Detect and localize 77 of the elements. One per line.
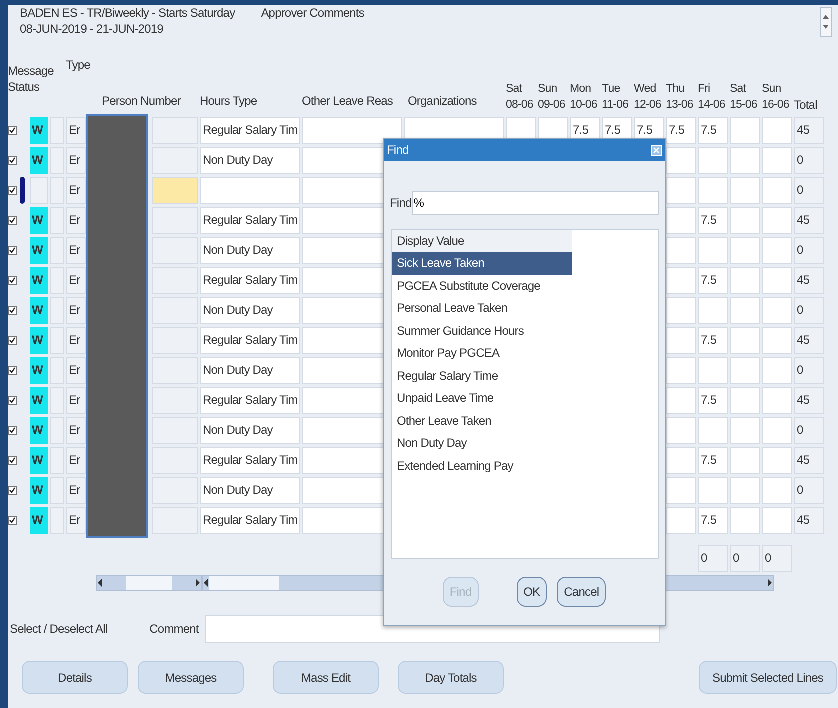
date-header: 12-06 (634, 98, 662, 113)
total-cell: 45 (794, 326, 824, 354)
period-label: 08-JUN-2019 - 21-JUN-2019 (20, 21, 164, 37)
column-header: Total (794, 97, 818, 113)
type-cell: Er (66, 326, 86, 354)
status-cell: W (30, 476, 48, 504)
date-header: 08-06 (506, 98, 534, 113)
find-label: Find (390, 195, 412, 211)
timecard-title: BADEN ES - TR/Biweekly - Starts Saturday (20, 5, 236, 21)
column-header: Message (8, 63, 54, 79)
type-cell: Er (66, 386, 86, 414)
day-header: Wed (634, 82, 656, 97)
column-header: Organizations (408, 93, 478, 109)
status-cell: W (30, 206, 48, 234)
status-cell: W (30, 416, 48, 444)
date-header: 11-06 (602, 98, 629, 113)
type-cell: Er (66, 476, 86, 504)
approver-comments-label: Approver Comments (261, 5, 364, 21)
status-cell: W (30, 386, 48, 414)
type-cell: Er (66, 146, 86, 174)
day-header: Mon (570, 82, 592, 97)
total-cell: 45 (794, 506, 824, 534)
total-cell: 45 (794, 266, 824, 294)
status-cell: W (30, 296, 48, 324)
status-cell: W (30, 446, 48, 474)
date-header: 10-06 (570, 98, 598, 113)
status-cell: W (30, 146, 48, 174)
type-cell: Er (66, 206, 86, 234)
total-cell: 0 (794, 356, 824, 384)
type-cell: Er (66, 446, 86, 474)
total-cell: 45 (794, 116, 824, 144)
type-cell: Er (66, 176, 86, 204)
type-cell: Er (66, 296, 86, 324)
day-total-cell: 0 (698, 544, 728, 572)
date-header: 09-06 (538, 98, 566, 113)
type-cell: Er (66, 356, 86, 384)
total-cell: 0 (794, 476, 824, 504)
type-cell: Er (66, 266, 86, 294)
column-header: Status (8, 79, 40, 95)
column-header: Person Number (102, 93, 182, 109)
day-header: Sun (538, 82, 558, 97)
status-cell: W (30, 266, 48, 294)
day-total-cell: 0 (730, 544, 760, 572)
status-cell: W (30, 236, 48, 264)
day-header: Thu (666, 82, 685, 97)
comment-label: Comment (150, 621, 199, 637)
date-header: 14-06 (698, 98, 726, 113)
total-cell: 45 (794, 446, 824, 474)
day-header: Sun (762, 82, 782, 97)
type-cell: Er (66, 116, 86, 144)
status-cell: W (30, 506, 48, 534)
date-header: 15-06 (730, 98, 758, 113)
column-header: Other Leave Reas (302, 93, 394, 109)
column-header: Type (66, 57, 90, 74)
type-cell: Er (66, 506, 86, 534)
date-header: 16-06 (762, 98, 790, 113)
day-header: Sat (730, 82, 746, 97)
column-header: Hours Type (200, 93, 258, 109)
status-cell: W (30, 326, 48, 354)
day-header: Fri (698, 82, 710, 97)
type-cell: Er (66, 416, 86, 444)
type-cell: Er (66, 236, 86, 264)
status-cell: W (30, 116, 48, 144)
list-header: Display Value (397, 233, 464, 249)
total-cell: 45 (794, 386, 824, 414)
dialog-title: Find (387, 142, 409, 158)
day-total-cell: 0 (762, 544, 792, 572)
total-cell: 0 (794, 176, 824, 204)
day-header: Sat (506, 82, 522, 97)
status-cell: W (30, 356, 48, 384)
total-cell: 0 (794, 236, 824, 264)
total-cell: 0 (794, 416, 824, 444)
date-header: 13-06 (666, 98, 694, 113)
total-cell: 0 (794, 296, 824, 324)
total-cell: 0 (794, 146, 824, 174)
day-header: Tue (602, 82, 620, 97)
total-cell: 45 (794, 206, 824, 234)
